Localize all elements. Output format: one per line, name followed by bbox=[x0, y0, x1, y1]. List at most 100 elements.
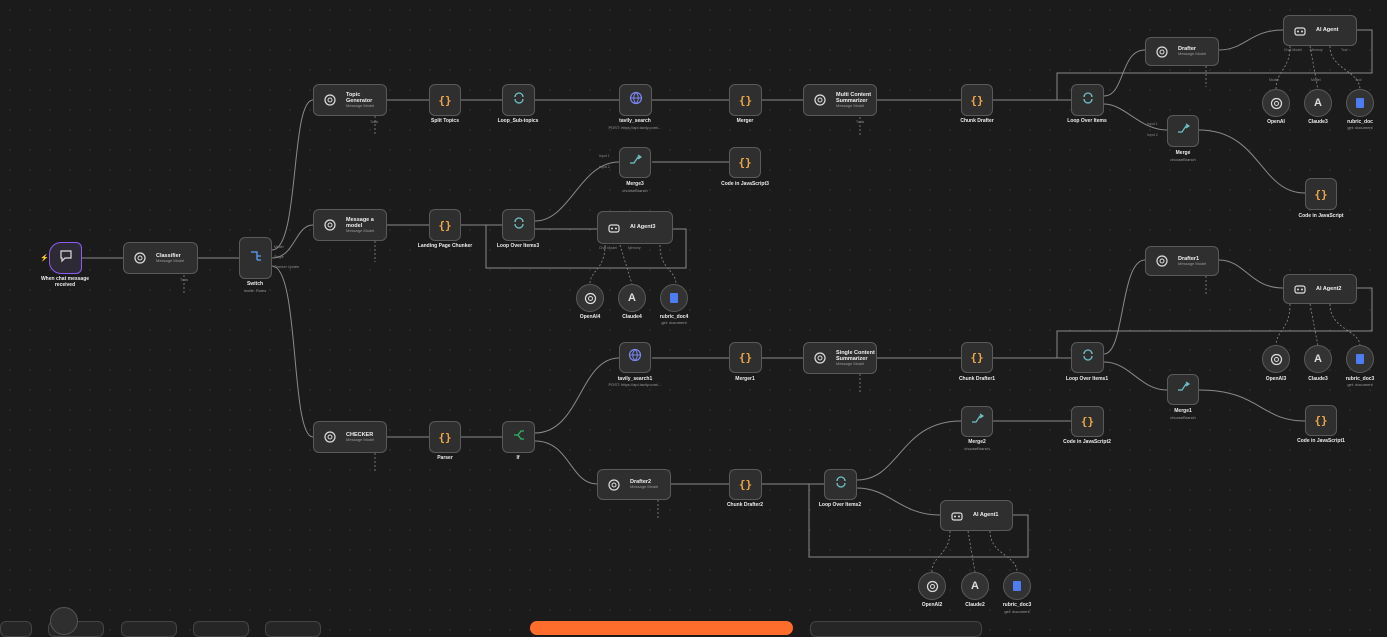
loop-over-items2-title: Loop Over Items2 bbox=[818, 502, 862, 508]
merge3-node[interactable] bbox=[619, 147, 651, 178]
topic-generator-node[interactable]: Topic Generator Message Model bbox=[313, 84, 387, 116]
merge2-node[interactable] bbox=[961, 406, 993, 437]
rubric-doc3-node[interactable] bbox=[1346, 345, 1374, 373]
openai-model-node[interactable] bbox=[1262, 89, 1290, 117]
tavily-search1-sub: POST: https://api.tavily.com/... bbox=[608, 382, 662, 387]
branch-single-label: Single bbox=[274, 255, 284, 259]
landing-page-chunker-title: Landing Page Chunker bbox=[417, 243, 473, 249]
input2-label: Input 2 bbox=[1147, 133, 1158, 137]
landing-page-chunker-node[interactable]: {} bbox=[429, 209, 461, 241]
anthropic-icon: A bbox=[971, 580, 979, 592]
loop-over-items-node[interactable] bbox=[1071, 84, 1104, 116]
claude4-title: Claude4 bbox=[622, 314, 642, 320]
anthropic-icon: A bbox=[628, 292, 636, 304]
claude4-model-node[interactable]: A bbox=[618, 284, 646, 312]
drafter2-node[interactable]: Drafter2 Message Model bbox=[597, 469, 671, 500]
drafter-node[interactable]: Drafter Message Model bbox=[1145, 37, 1219, 66]
merger-node[interactable]: {} bbox=[729, 84, 762, 116]
code-js1-title: Code in JavaScript1 bbox=[1297, 438, 1345, 444]
merge1-node[interactable] bbox=[1167, 374, 1199, 405]
connections bbox=[82, 29, 1373, 573]
rubric-doc-node[interactable] bbox=[1346, 89, 1374, 117]
loop-over-items1-node[interactable] bbox=[1071, 342, 1104, 373]
drafter1-node[interactable]: Drafter1 Message Model bbox=[1145, 246, 1219, 276]
merge2-title: Merge2 bbox=[968, 439, 986, 445]
code-js1-node[interactable]: {} bbox=[1305, 405, 1337, 436]
if-node[interactable] bbox=[502, 421, 535, 453]
code-js-node[interactable]: {} bbox=[1305, 178, 1337, 210]
switch-node[interactable] bbox=[239, 237, 272, 279]
tidy-up-button[interactable] bbox=[265, 621, 321, 637]
merge-icon bbox=[970, 412, 985, 431]
claude2-model-node[interactable]: A bbox=[961, 572, 989, 600]
loop-sub-topics-node[interactable] bbox=[502, 84, 535, 116]
zoom-out-button[interactable] bbox=[121, 621, 177, 637]
merge-node[interactable] bbox=[1167, 115, 1199, 147]
split-topics-node[interactable]: {} bbox=[429, 84, 461, 116]
merge-icon bbox=[1176, 380, 1191, 399]
drafter1-sub: Message Model bbox=[1178, 260, 1207, 266]
sticky-note-button[interactable] bbox=[50, 607, 78, 635]
merge-sub: chooseBranch bbox=[1170, 157, 1196, 162]
chunk-drafter2-node[interactable]: {} bbox=[729, 469, 762, 500]
switch-icon bbox=[249, 249, 263, 268]
code-braces-icon: {} bbox=[1314, 414, 1328, 427]
loop-over-items3-node[interactable] bbox=[502, 209, 535, 241]
openai2-model-node[interactable] bbox=[918, 572, 946, 600]
rubric-doc3b-title: rubric_doc3 bbox=[1002, 602, 1032, 608]
message-a-model-sub: Message Model bbox=[346, 227, 375, 233]
ai-agent2-node[interactable]: AI Agent2 bbox=[1283, 274, 1357, 304]
claude3b-model-node[interactable]: A bbox=[1304, 345, 1332, 373]
openai4-model-node[interactable] bbox=[576, 284, 604, 312]
rubric-doc-sub: get: document bbox=[1347, 125, 1373, 130]
multi-content-summarizer-node[interactable]: Multi Content Summarizer Message Model bbox=[803, 84, 877, 116]
claude-model-node[interactable]: A bbox=[1304, 89, 1332, 117]
rubric-doc4-node[interactable] bbox=[660, 284, 688, 312]
openai-icon bbox=[130, 248, 150, 268]
code-js3-node[interactable]: {} bbox=[729, 147, 761, 178]
ai-agent3-title: AI Agent3 bbox=[630, 224, 656, 231]
chat-trigger-node[interactable] bbox=[49, 242, 82, 274]
ai-agent1-node[interactable]: AI Agent1 bbox=[940, 500, 1013, 531]
code-js2-title: Code in JavaScript2 bbox=[1063, 439, 1111, 445]
chat-model-label: Chat Model bbox=[1284, 48, 1302, 52]
ai-agent-node[interactable]: AI Agent bbox=[1283, 15, 1357, 46]
parser-node[interactable]: {} bbox=[429, 421, 461, 453]
tavily-search1-node[interactable] bbox=[619, 342, 651, 373]
code-js-title: Code in JavaScript bbox=[1298, 213, 1344, 219]
message-a-model-node[interactable]: Message a model Message Model bbox=[313, 209, 387, 241]
code-braces-icon: {} bbox=[1314, 187, 1328, 201]
tools-label: Tools bbox=[370, 120, 379, 124]
loop-icon bbox=[1081, 348, 1095, 367]
code-braces-icon: {} bbox=[438, 93, 452, 107]
chunk-drafter-node[interactable]: {} bbox=[961, 84, 993, 116]
openai-icon bbox=[320, 427, 340, 447]
merger1-node[interactable]: {} bbox=[729, 342, 762, 373]
code-js3-title: Code in JavaScript3 bbox=[721, 181, 769, 187]
switch-sub: mode: Rules bbox=[243, 288, 267, 293]
checker-node[interactable]: CHECKER Message Model bbox=[313, 421, 387, 453]
tavily-search-node[interactable] bbox=[619, 84, 652, 116]
openai3-title: OpenAI3 bbox=[1265, 376, 1287, 382]
rubric-doc3b-node[interactable] bbox=[1003, 572, 1031, 600]
logs-panel-toggle[interactable] bbox=[810, 621, 982, 637]
merge-title: Merge bbox=[1175, 150, 1191, 156]
zoom-fit-button[interactable] bbox=[0, 621, 32, 637]
ai-agent3-node[interactable]: AI Agent3 bbox=[597, 211, 673, 244]
robot-icon bbox=[947, 506, 967, 526]
workflow-canvas[interactable]: When chat message received ⚡ Classifier M… bbox=[0, 0, 1387, 637]
code-js2-node[interactable]: {} bbox=[1071, 406, 1104, 437]
globe-icon bbox=[628, 348, 642, 367]
chunk-drafter1-node[interactable]: {} bbox=[961, 342, 993, 373]
merge2-sub: chooseBranch bbox=[964, 446, 990, 451]
robot-icon bbox=[1290, 21, 1310, 41]
loop-over-items2-node[interactable] bbox=[824, 469, 857, 500]
single-content-summarizer-node[interactable]: Single Content Summarizer Message Model bbox=[803, 342, 877, 374]
openai3-model-node[interactable] bbox=[1262, 345, 1290, 373]
multi-content-sub: Message Model bbox=[836, 102, 865, 108]
execute-workflow-button[interactable] bbox=[530, 621, 793, 635]
robot-icon bbox=[1290, 279, 1310, 299]
classifier-node[interactable]: Classifier Message Model bbox=[123, 242, 198, 274]
reset-zoom-button[interactable] bbox=[193, 621, 249, 637]
drafter2-sub: Message Model bbox=[630, 484, 659, 490]
